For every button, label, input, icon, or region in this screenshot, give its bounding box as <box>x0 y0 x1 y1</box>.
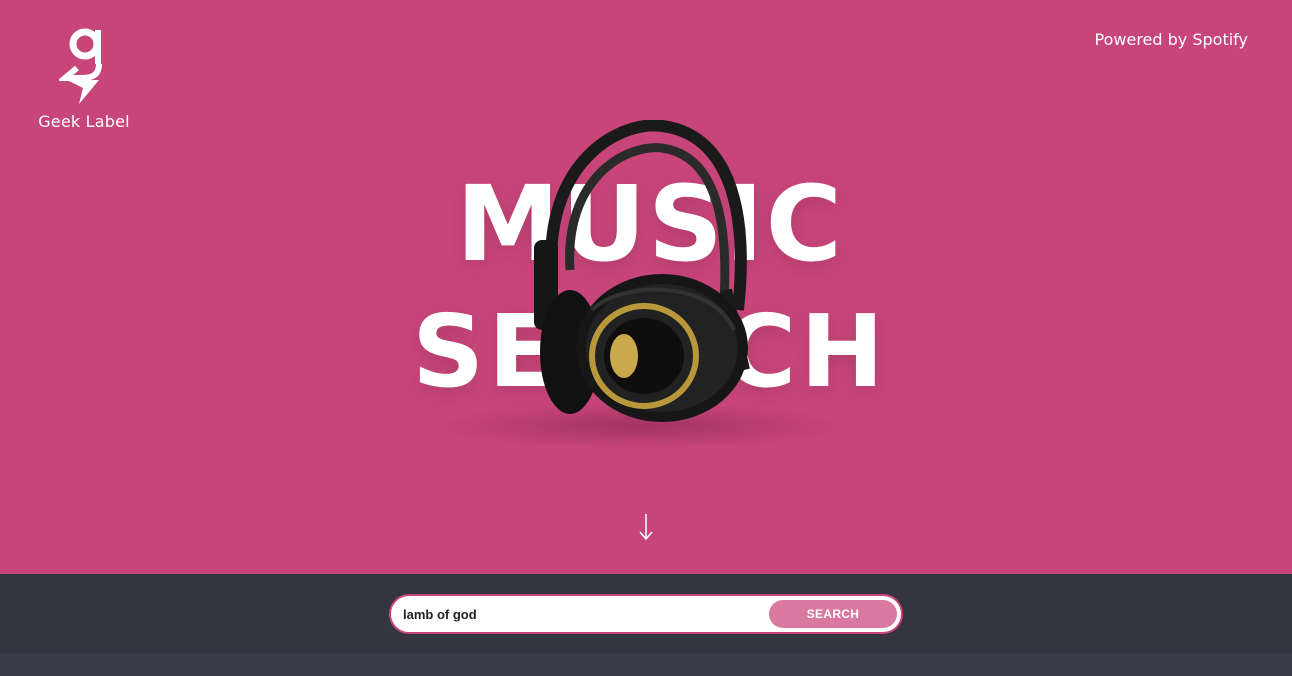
powered-by-spotify[interactable]: Powered by Spotify <box>1095 30 1248 49</box>
geek-label-logo-icon <box>59 28 102 104</box>
search-input[interactable] <box>403 604 763 624</box>
headphones-icon <box>534 120 750 422</box>
search-button[interactable]: SEARCH <box>769 600 897 628</box>
search-form: SEARCH <box>389 594 903 634</box>
scroll-down-arrow-icon[interactable] <box>636 512 656 542</box>
logo-text: Geek Label <box>38 112 130 131</box>
logo[interactable]: Geek Label <box>38 26 130 131</box>
hero-title: MUSIC SEARCH <box>390 120 910 460</box>
results-area <box>0 654 1292 676</box>
hero-section: Geek Label Powered by Spotify MUSIC SEAR… <box>0 0 1292 574</box>
